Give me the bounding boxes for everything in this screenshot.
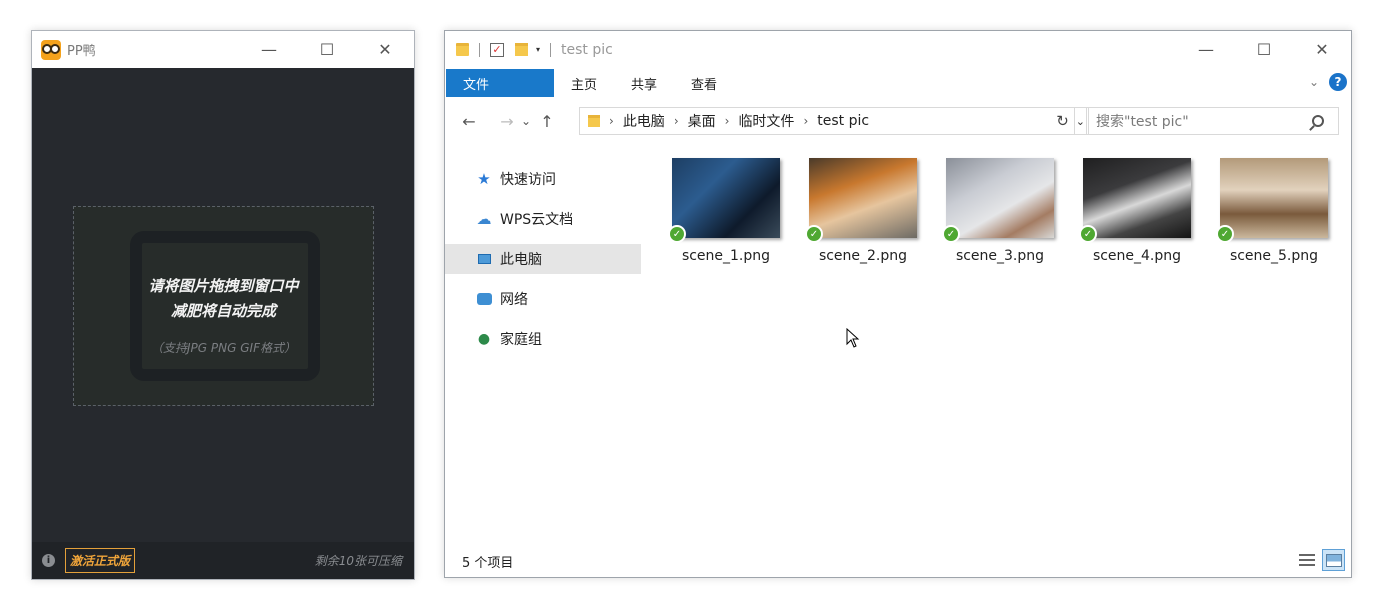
- help-icon[interactable]: ?: [1329, 73, 1347, 91]
- minimize-button[interactable]: —: [1177, 31, 1235, 68]
- large-icons-view-icon: [1325, 553, 1342, 567]
- sync-check-icon: ✓: [1079, 225, 1097, 243]
- pp-duck-window: PP鸭 — ☐ ✕ 请将图片拖拽到窗口中 减肥将自动完成 （支持JPG PNG …: [31, 30, 415, 580]
- up-arrow-icon[interactable]: ↑: [535, 112, 559, 131]
- navigation-bar: ← → ⌄ ↑ › 此电脑 › 桌面 › 临时文件 › test pic ⌄ ↻…: [445, 106, 1351, 136]
- refresh-icon[interactable]: ↻: [1051, 107, 1075, 135]
- sidebar-item-label: 家庭组: [500, 332, 542, 348]
- quick-access-dropdown-icon[interactable]: ▾: [536, 45, 540, 54]
- new-folder-icon[interactable]: [515, 43, 528, 56]
- sidebar-item-quick-access[interactable]: ★ 快速访问: [445, 164, 641, 194]
- file-item[interactable]: ✓ scene_3.png: [942, 158, 1054, 264]
- file-name: scene_3.png: [955, 248, 1045, 264]
- sidebar-item-label: 快速访问: [500, 172, 556, 188]
- file-name: scene_5.png: [1229, 248, 1319, 264]
- file-item[interactable]: ✓ scene_4.png: [1079, 158, 1191, 264]
- tab-share[interactable]: 共享: [614, 69, 674, 97]
- explorer-window-title: test pic: [561, 41, 613, 58]
- computer-icon: [475, 251, 493, 267]
- pp-title-bar[interactable]: PP鸭 — ☐ ✕: [32, 31, 414, 68]
- maximize-button[interactable]: ☐: [1235, 31, 1293, 68]
- expand-ribbon-icon[interactable]: ⌄: [1309, 75, 1319, 89]
- navigation-pane: ★ 快速访问 ☁ WPS云文档 此电脑 网络 ● 家庭组: [445, 153, 641, 393]
- breadcrumb-temp-files[interactable]: 临时文件: [738, 111, 794, 131]
- supported-formats-hint: （支持JPG PNG GIF格式）: [151, 341, 296, 355]
- sidebar-item-label: 网络: [500, 292, 528, 308]
- drop-instruction-line1: 请将图片拖拽到窗口中: [148, 277, 299, 295]
- image-drop-zone[interactable]: 请将图片拖拽到窗口中 减肥将自动完成 （支持JPG PNG GIF格式）: [73, 206, 374, 406]
- file-item[interactable]: ✓ scene_1.png: [668, 158, 780, 264]
- sidebar-item-wps-cloud[interactable]: ☁ WPS云文档: [445, 204, 641, 234]
- file-name: scene_2.png: [818, 248, 908, 264]
- folder-icon: [588, 115, 600, 127]
- tab-view[interactable]: 查看: [674, 69, 734, 97]
- file-explorer-window: ✓ ▾ test pic — ☐ ✕ 文件 主页 共享 查看 ⌄ ? ← → ⌄…: [444, 30, 1352, 578]
- tab-home[interactable]: 主页: [554, 69, 614, 97]
- remaining-count: 剩余10张可压缩: [314, 554, 402, 568]
- breadcrumb-test-pic[interactable]: test pic: [817, 113, 869, 129]
- crumb-separator: ›: [673, 114, 679, 128]
- toolbar-divider: [479, 42, 480, 57]
- status-bar: 5 个项目: [445, 545, 1351, 577]
- search-icon[interactable]: [1312, 115, 1324, 127]
- file-name: scene_1.png: [681, 248, 771, 264]
- ribbon-tabs: 文件 主页 共享 查看 ⌄ ?: [445, 68, 1351, 98]
- drop-instruction-line2: 减肥将自动完成: [170, 302, 276, 320]
- forward-arrow-icon[interactable]: →: [495, 112, 519, 131]
- back-arrow-icon[interactable]: ←: [457, 112, 481, 131]
- breadcrumb-this-pc[interactable]: 此电脑: [623, 111, 665, 131]
- maximize-button[interactable]: ☐: [298, 31, 356, 68]
- tab-file[interactable]: 文件: [446, 69, 554, 97]
- sidebar-item-this-pc[interactable]: 此电脑: [445, 244, 641, 274]
- search-box[interactable]: 搜索"test pic": [1086, 107, 1339, 135]
- sidebar-item-label: WPS云文档: [500, 212, 574, 228]
- file-list: ✓ scene_1.png ✓ scene_2.png ✓ scene_3.pn…: [668, 158, 1328, 264]
- breadcrumb-desktop[interactable]: 桌面: [688, 111, 716, 131]
- cloud-icon: ☁: [476, 210, 492, 228]
- minimize-button[interactable]: —: [240, 31, 298, 68]
- properties-check-icon[interactable]: ✓: [490, 42, 504, 57]
- explorer-title-bar[interactable]: ✓ ▾ test pic — ☐ ✕: [445, 31, 1351, 68]
- address-bar[interactable]: › 此电脑 › 桌面 › 临时文件 › test pic ⌄: [579, 107, 1089, 135]
- folder-icon: [456, 43, 469, 56]
- image-thumbnail: [1083, 158, 1191, 238]
- mouse-cursor-icon: [846, 328, 860, 348]
- pp-footer: i 激活正式版 剩余10张可压缩: [32, 542, 414, 579]
- recent-locations-icon[interactable]: ⌄: [519, 114, 533, 128]
- image-thumbnail: [809, 158, 917, 238]
- file-item[interactable]: ✓ scene_5.png: [1216, 158, 1328, 264]
- file-item[interactable]: ✓ scene_2.png: [805, 158, 917, 264]
- duck-logo-icon: [41, 39, 61, 60]
- toolbar-divider: [550, 42, 552, 57]
- sync-check-icon: ✓: [942, 225, 960, 243]
- image-thumbnail: [672, 158, 780, 238]
- sidebar-item-homegroup[interactable]: ● 家庭组: [445, 324, 641, 354]
- crumb-separator: ›: [724, 114, 730, 128]
- sync-check-icon: ✓: [668, 225, 686, 243]
- activate-button[interactable]: 激活正式版: [65, 548, 136, 573]
- homegroup-icon: ●: [477, 331, 491, 347]
- details-view-icon: [1298, 554, 1315, 566]
- pp-body: 请将图片拖拽到窗口中 减肥将自动完成 （支持JPG PNG GIF格式）: [32, 68, 414, 542]
- item-count: 5 个项目: [462, 555, 514, 571]
- address-dropdown-icon[interactable]: ⌄: [1076, 115, 1085, 128]
- sync-check-icon: ✓: [1216, 225, 1234, 243]
- sidebar-item-label: 此电脑: [500, 252, 542, 268]
- sidebar-item-network[interactable]: 网络: [445, 284, 641, 314]
- file-name: scene_4.png: [1092, 248, 1182, 264]
- large-icons-view-button[interactable]: [1322, 549, 1345, 571]
- image-thumbnail: [1220, 158, 1328, 238]
- close-button[interactable]: ✕: [356, 31, 414, 68]
- crumb-separator: ›: [803, 114, 809, 128]
- info-icon[interactable]: i: [42, 554, 55, 567]
- star-icon: ★: [477, 170, 491, 188]
- close-button[interactable]: ✕: [1293, 31, 1351, 68]
- sync-check-icon: ✓: [805, 225, 823, 243]
- search-input[interactable]: 搜索"test pic": [1096, 111, 1312, 131]
- details-view-button[interactable]: [1295, 549, 1318, 571]
- crumb-separator: ›: [609, 114, 614, 128]
- network-icon: [475, 291, 493, 307]
- image-thumbnail: [946, 158, 1054, 238]
- pp-window-title: PP鸭: [67, 44, 96, 59]
